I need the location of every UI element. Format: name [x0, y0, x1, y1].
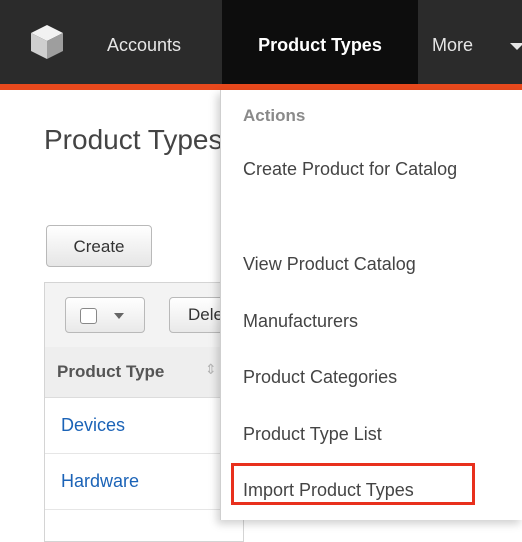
- table-header: Product Type ⇕: [45, 347, 245, 398]
- select-all-dropdown[interactable]: [65, 297, 145, 333]
- create-button[interactable]: Create: [46, 225, 152, 267]
- menu-item-product-categories[interactable]: Product Categories: [243, 363, 473, 391]
- menu-item-manufacturers[interactable]: Manufacturers: [243, 307, 473, 335]
- nav-more[interactable]: More: [432, 0, 473, 84]
- menu-item-view-product-catalog[interactable]: View Product Catalog: [243, 250, 473, 278]
- row-link[interactable]: Devices: [61, 415, 125, 436]
- table-row: Devices: [45, 397, 245, 454]
- checkbox-icon[interactable]: [80, 308, 97, 324]
- top-nav-bar: Accounts Product Types More: [0, 0, 522, 84]
- menu-item-product-type-list[interactable]: Product Type List: [243, 420, 473, 448]
- nav-product-types[interactable]: Product Types: [222, 0, 418, 84]
- menu-item-import-product-types[interactable]: Import Product Types: [243, 476, 473, 504]
- list-view-panel: Delete Product Type ⇕ Devices Hardware: [44, 282, 259, 542]
- chevron-down-icon[interactable]: [114, 313, 124, 319]
- product-types-dropdown-menu: Actions Create Product for Catalog View …: [220, 90, 522, 520]
- list-toolbar: Delete: [45, 283, 259, 348]
- cube-logo-icon[interactable]: [30, 24, 64, 60]
- nav-accounts[interactable]: Accounts: [107, 0, 181, 84]
- row-link[interactable]: Hardware: [61, 471, 139, 492]
- table-row: Hardware: [45, 453, 245, 510]
- page-title: Product Types: [44, 124, 223, 155]
- column-header-product-type[interactable]: Product Type: [57, 362, 164, 382]
- menu-section-actions: Actions: [243, 106, 306, 125]
- chevron-down-icon[interactable]: [510, 43, 522, 50]
- menu-item-create-product-for-catalog[interactable]: Create Product for Catalog: [243, 155, 473, 183]
- sort-icon[interactable]: ⇕: [205, 361, 217, 378]
